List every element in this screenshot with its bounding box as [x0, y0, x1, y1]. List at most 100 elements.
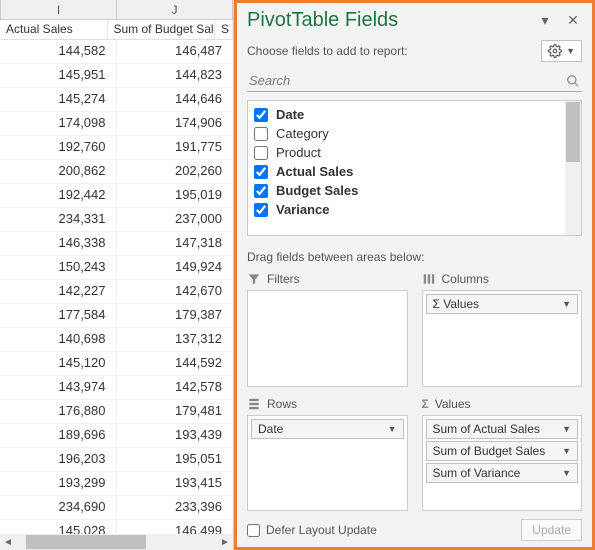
table-row[interactable]: 150,243149,924: [0, 256, 233, 280]
table-row[interactable]: 143,974142,578: [0, 376, 233, 400]
field-checkbox[interactable]: [254, 165, 268, 179]
cell[interactable]: 143,974: [0, 376, 117, 399]
field-checkbox[interactable]: [254, 127, 268, 141]
cell[interactable]: 192,442: [0, 184, 117, 207]
field-list-scroll-thumb[interactable]: [566, 102, 580, 162]
rows-dropzone[interactable]: Date▼: [247, 415, 408, 512]
field-list[interactable]: DateCategoryProductActual SalesBudget Sa…: [247, 100, 582, 236]
cell[interactable]: 144,582: [0, 40, 117, 63]
columns-dropzone[interactable]: Σ Values▼: [422, 290, 583, 387]
table-row[interactable]: 192,442195,019: [0, 184, 233, 208]
field-checkbox[interactable]: [254, 146, 268, 160]
header-truncated[interactable]: S: [215, 20, 233, 39]
cell[interactable]: 195,019: [117, 184, 234, 207]
area-chip[interactable]: Σ Values▼: [426, 294, 579, 314]
cell[interactable]: 146,338: [0, 232, 117, 255]
values-dropzone[interactable]: Sum of Actual Sales▼Sum of Budget Sales▼…: [422, 415, 583, 512]
scroll-left-arrow[interactable]: ◄: [0, 534, 16, 550]
table-row[interactable]: 177,584179,387: [0, 304, 233, 328]
table-row[interactable]: 140,698137,312: [0, 328, 233, 352]
cell[interactable]: 174,098: [0, 112, 117, 135]
cell[interactable]: 179,387: [117, 304, 234, 327]
table-row[interactable]: 176,880179,481: [0, 400, 233, 424]
cell[interactable]: 144,823: [117, 64, 234, 87]
horizontal-scrollbar[interactable]: ◄ ►: [0, 534, 233, 550]
field-item[interactable]: Category: [254, 124, 575, 143]
cell[interactable]: 177,584: [0, 304, 117, 327]
table-row[interactable]: 145,274144,646: [0, 88, 233, 112]
field-item[interactable]: Budget Sales: [254, 181, 575, 200]
cell[interactable]: 202,260: [117, 160, 234, 183]
field-checkbox[interactable]: [254, 184, 268, 198]
search-input[interactable]: [249, 73, 566, 88]
filters-dropzone[interactable]: [247, 290, 408, 387]
area-chip[interactable]: Sum of Actual Sales▼: [426, 419, 579, 439]
table-row[interactable]: 144,582146,487: [0, 40, 233, 64]
table-row[interactable]: 146,338147,318: [0, 232, 233, 256]
cell[interactable]: 233,396: [117, 496, 234, 519]
cell[interactable]: 142,670: [117, 280, 234, 303]
table-row[interactable]: 234,331237,000: [0, 208, 233, 232]
search-box[interactable]: [247, 70, 582, 92]
col-letter-i[interactable]: I: [0, 0, 117, 19]
field-item[interactable]: Product: [254, 143, 575, 162]
cell[interactable]: 145,951: [0, 64, 117, 87]
cell[interactable]: 149,924: [117, 256, 234, 279]
update-button[interactable]: Update: [521, 519, 582, 541]
scroll-thumb[interactable]: [26, 535, 146, 549]
cell[interactable]: 193,439: [117, 424, 234, 447]
cell[interactable]: 195,051: [117, 448, 234, 471]
cell[interactable]: 144,592: [117, 352, 234, 375]
table-row[interactable]: 174,098174,906: [0, 112, 233, 136]
table-row[interactable]: 145,951144,823: [0, 64, 233, 88]
panel-close-button[interactable]: ✕: [564, 12, 582, 30]
cell[interactable]: 144,646: [117, 88, 234, 111]
field-checkbox[interactable]: [254, 203, 268, 217]
cell[interactable]: 142,578: [117, 376, 234, 399]
table-row[interactable]: 196,203195,051: [0, 448, 233, 472]
cell[interactable]: 146,487: [117, 40, 234, 63]
cell[interactable]: 174,906: [117, 112, 234, 135]
scroll-right-arrow[interactable]: ►: [217, 534, 233, 550]
cell[interactable]: 189,696: [0, 424, 117, 447]
cell[interactable]: 179,481: [117, 400, 234, 423]
area-chip[interactable]: Sum of Variance▼: [426, 463, 579, 483]
area-chip[interactable]: Sum of Budget Sales▼: [426, 441, 579, 461]
field-item[interactable]: Date: [254, 105, 575, 124]
cell[interactable]: 234,331: [0, 208, 117, 231]
table-row[interactable]: 234,690233,396: [0, 496, 233, 520]
cell[interactable]: 191,775: [117, 136, 234, 159]
table-row[interactable]: 145,120144,592: [0, 352, 233, 376]
table-row[interactable]: 192,760191,775: [0, 136, 233, 160]
field-list-scrollbar[interactable]: [565, 101, 581, 235]
field-item[interactable]: Actual Sales: [254, 162, 575, 181]
cell[interactable]: 147,318: [117, 232, 234, 255]
cell[interactable]: 145,274: [0, 88, 117, 111]
table-row[interactable]: 200,862202,260: [0, 160, 233, 184]
table-row[interactable]: 193,299193,415: [0, 472, 233, 496]
cell[interactable]: 150,243: [0, 256, 117, 279]
cell[interactable]: 142,227: [0, 280, 117, 303]
cell[interactable]: 192,760: [0, 136, 117, 159]
field-checkbox[interactable]: [254, 108, 268, 122]
cell[interactable]: 193,299: [0, 472, 117, 495]
cell[interactable]: 234,690: [0, 496, 117, 519]
col-letter-j[interactable]: J: [117, 0, 233, 19]
cell[interactable]: 200,862: [0, 160, 117, 183]
area-chip[interactable]: Date▼: [251, 419, 404, 439]
field-list-options-button[interactable]: ▼: [541, 40, 582, 62]
header-budget-sales[interactable]: Sum of Budget Sales: [108, 20, 216, 39]
cell[interactable]: 137,312: [117, 328, 234, 351]
cell[interactable]: 145,120: [0, 352, 117, 375]
table-row[interactable]: 189,696193,439: [0, 424, 233, 448]
panel-menu-button[interactable]: ▾: [536, 12, 554, 30]
cell[interactable]: 237,000: [117, 208, 234, 231]
field-item[interactable]: Variance: [254, 200, 575, 219]
defer-layout-checkbox[interactable]: [247, 524, 260, 537]
header-actual-sales[interactable]: Actual Sales: [0, 20, 108, 39]
table-row[interactable]: 142,227142,670: [0, 280, 233, 304]
cell[interactable]: 140,698: [0, 328, 117, 351]
cell[interactable]: 193,415: [117, 472, 234, 495]
cell[interactable]: 176,880: [0, 400, 117, 423]
scroll-track[interactable]: [16, 534, 217, 550]
